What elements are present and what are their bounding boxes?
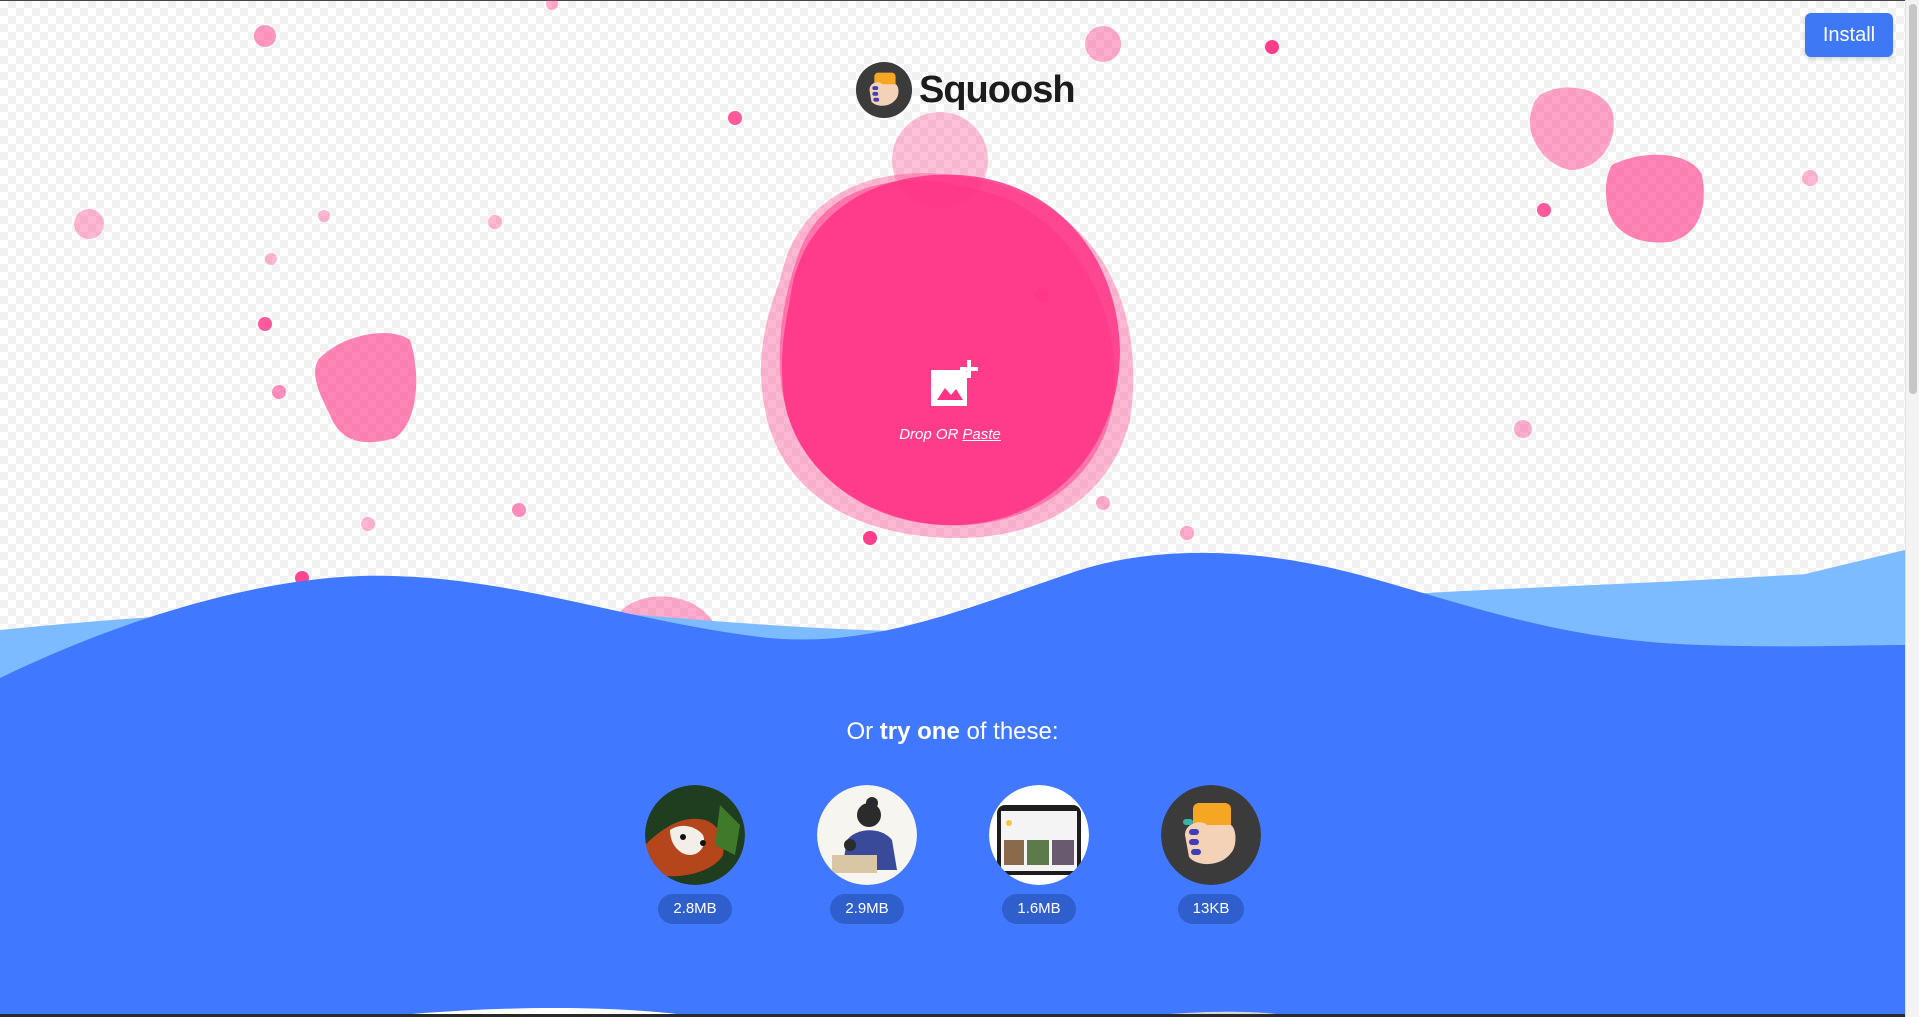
red-panda-photo[interactable] [645, 785, 745, 885]
squoosh-logo-icon[interactable] [1161, 785, 1261, 885]
demo-item-artwork[interactable]: 2.9MB [817, 785, 917, 924]
decorative-blobs [74, 0, 1818, 640]
add-image-icon[interactable] [927, 358, 979, 410]
demo-size-badge: 2.8MB [658, 894, 732, 924]
demo-heading-suffix: of these: [966, 718, 1059, 745]
demo-heading-bold: try one [879, 718, 960, 745]
demo-item-red-panda[interactable]: 2.8MB [645, 785, 745, 924]
device-screenshot[interactable] [989, 785, 1089, 885]
scrollbar-thumb[interactable] [1909, 4, 1917, 394]
demo-heading: Or try one of these: [0, 718, 1905, 746]
squoosh-logo-icon [855, 61, 913, 119]
install-button[interactable]: Install [1805, 13, 1893, 57]
demo-size-badge: 2.9MB [830, 894, 904, 924]
drop-text: Drop OR [899, 425, 959, 443]
app-logo: Squoosh [855, 60, 1076, 120]
artwork-illustration[interactable] [817, 785, 917, 885]
vertical-scrollbar[interactable] [1905, 0, 1919, 1017]
logo-text: Squoosh [919, 68, 1076, 111]
image-drop-zone[interactable]: Drop OR Paste [780, 300, 1120, 500]
demo-size-badge: 1.6MB [1002, 894, 1076, 924]
drop-instruction: Drop OR Paste [899, 426, 1001, 443]
demo-heading-prefix: Or [846, 718, 874, 745]
demo-item-device-screen[interactable]: 1.6MB [989, 785, 1089, 924]
paste-link[interactable]: Paste [962, 426, 1000, 443]
demo-size-badge: 13KB [1177, 894, 1245, 924]
demo-item-logo[interactable]: 13KB [1161, 785, 1261, 924]
